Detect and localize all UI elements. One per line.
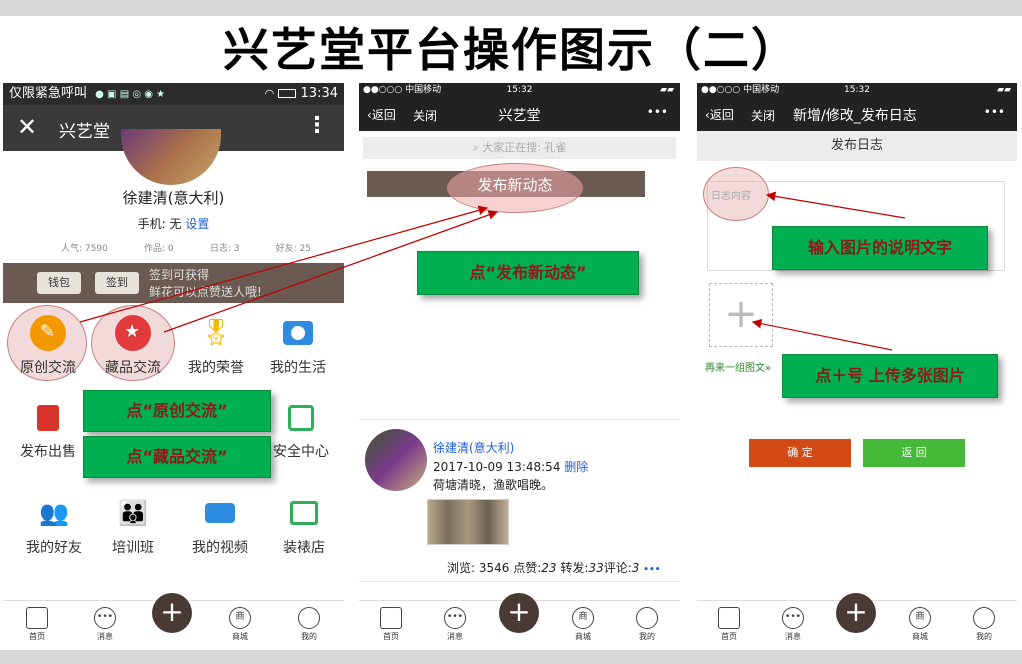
callout-upload: 点＋号 上传多张图片 — [782, 354, 998, 398]
callout-original: 点“原创交流” — [83, 390, 271, 432]
arrow-upload — [751, 318, 893, 351]
arrow-caption — [765, 191, 906, 219]
annotation-arrows — [79, 191, 906, 351]
callout-caption: 输入图片的说明文字 — [772, 226, 988, 270]
callout-collection: 点“藏品交流” — [83, 436, 271, 478]
callout-publish: 点“发布新动态” — [417, 251, 639, 295]
